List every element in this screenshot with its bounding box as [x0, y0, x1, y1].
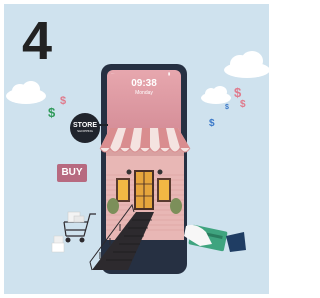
buy-tag: BUY — [57, 164, 87, 182]
store-sign-subtitle: SHOPPING — [77, 129, 93, 133]
store-sign: STORE SHOPPING — [70, 113, 100, 143]
store-sign-title: STORE — [73, 122, 97, 129]
storefront-illustration — [51, 128, 246, 271]
